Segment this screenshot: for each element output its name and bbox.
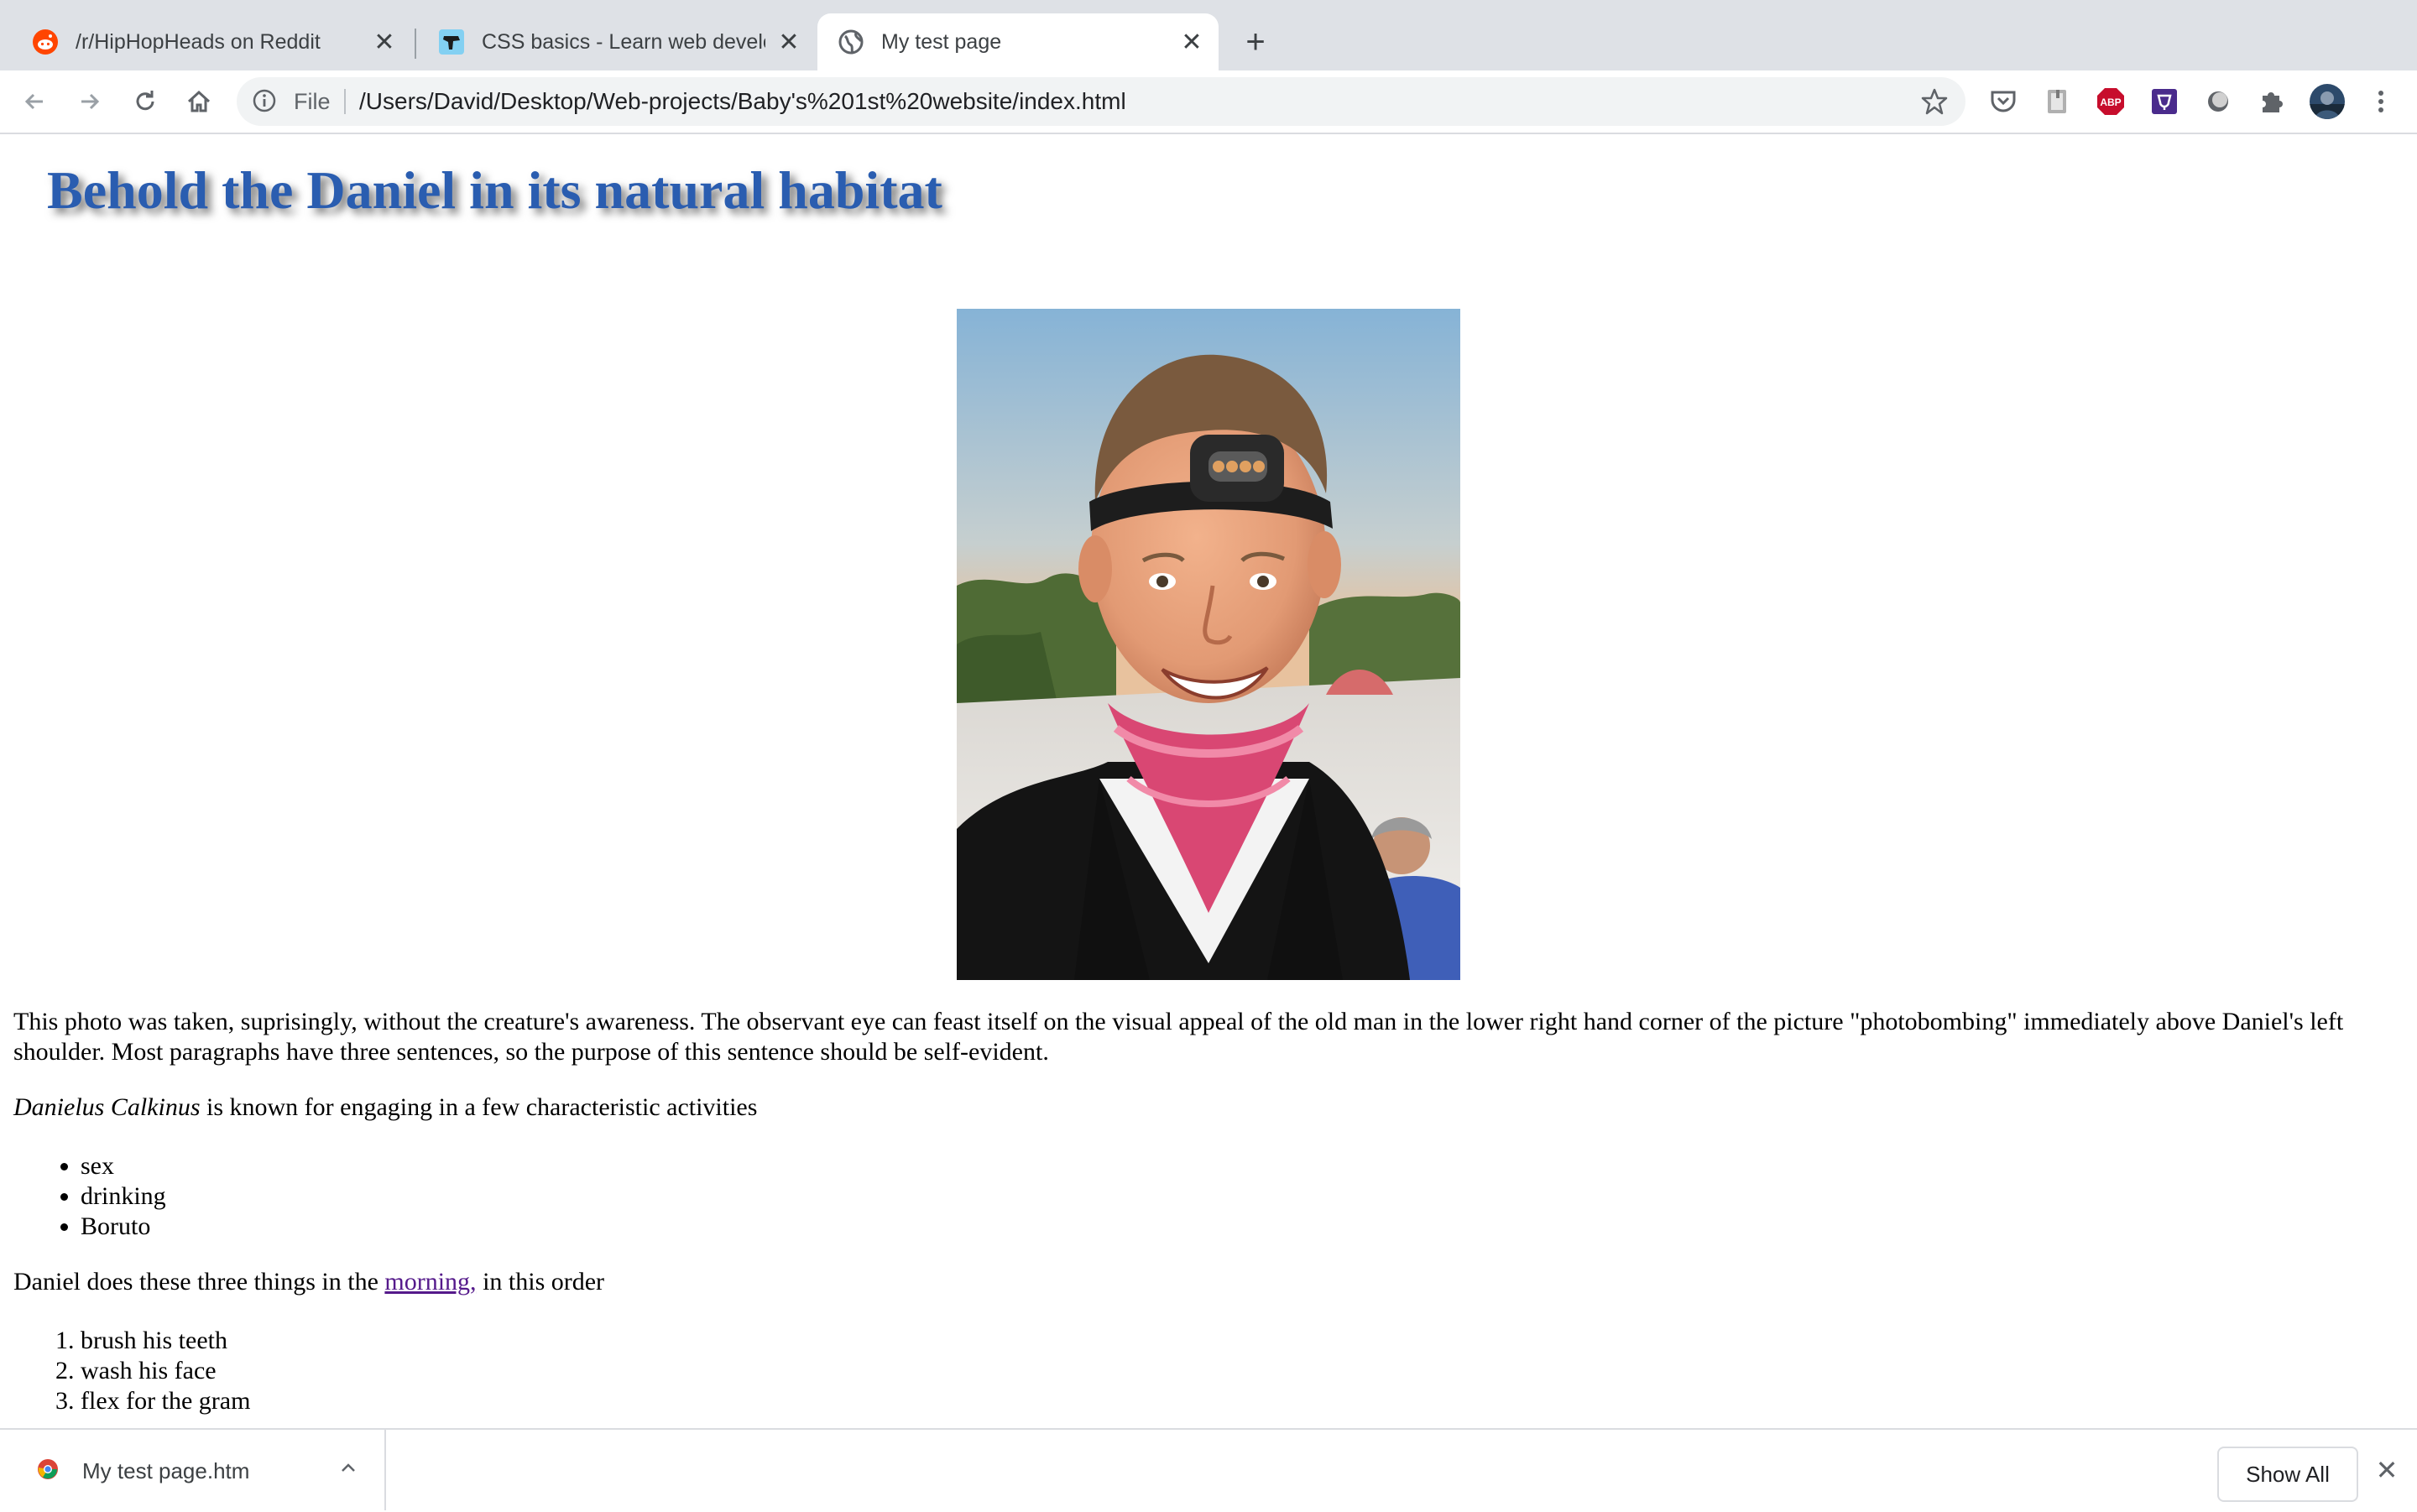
forward-button[interactable] — [70, 82, 109, 121]
morning-paragraph: Daniel does these three things in the mo… — [13, 1267, 2405, 1297]
tab-css-basics[interactable]: CSS basics - Learn web develo ✕ — [418, 13, 816, 70]
back-icon — [24, 93, 43, 110]
chevron-up-icon[interactable] — [334, 1453, 363, 1482]
list-item: Boruto — [81, 1212, 166, 1242]
list-item: sex — [81, 1151, 166, 1181]
close-tab-icon[interactable]: ✕ — [774, 27, 804, 57]
bookmark-star-icon[interactable] — [1920, 87, 1949, 120]
purple-extension-icon[interactable] — [2150, 87, 2179, 116]
tab-my-test-page[interactable]: My test page ✕ — [817, 13, 1219, 70]
extensions-puzzle-icon[interactable] — [2258, 87, 2286, 116]
show-all-button[interactable]: Show All — [2217, 1447, 2358, 1502]
browser-toolbar: File /Users/David/Desktop/Web-projects/B… — [0, 70, 2417, 134]
clipboard-extension-icon[interactable] — [2043, 87, 2071, 116]
tab-title: My test page — [881, 29, 1002, 54]
reload-icon — [136, 91, 154, 111]
morning-link[interactable]: morning, — [384, 1268, 476, 1296]
tab-strip: /r/HipHopHeads on Reddit ✕ CSS basics - … — [0, 0, 2417, 70]
list-item: flex for the gram — [81, 1386, 250, 1416]
download-shelf: My test page.htm Show All ✕ — [0, 1428, 2417, 1512]
routine-list: brush his teeth wash his face flex for t… — [13, 1326, 250, 1416]
activities-list: sex drinking Boruto — [13, 1151, 166, 1242]
home-button[interactable] — [180, 82, 218, 121]
species-text: is known for engaging in a few character… — [200, 1093, 758, 1121]
intro-paragraph: This photo was taken, suprisingly, witho… — [13, 1008, 2344, 1066]
species-paragraph: Danielus Calkinus is known for engaging … — [13, 1092, 2405, 1123]
omnibox-divider — [344, 89, 346, 114]
back-button[interactable] — [15, 82, 54, 121]
tab-title: CSS basics - Learn web develo — [482, 29, 765, 54]
tab-separator — [415, 29, 416, 59]
page-heading: Behold the Daniel in its natural habitat — [47, 160, 942, 220]
scheme-label: File — [294, 89, 331, 114]
morning-text-after: in this order — [476, 1268, 605, 1296]
tab-title: /r/HipHopHeads on Reddit — [76, 29, 321, 54]
reddit-icon — [32, 29, 59, 55]
download-file-name: My test page.htm — [82, 1458, 250, 1483]
profile-avatar[interactable] — [2310, 84, 2345, 119]
svg-text:ABP: ABP — [2100, 96, 2121, 108]
list-item: brush his teeth — [81, 1326, 250, 1356]
download-item[interactable]: My test page.htm — [0, 1430, 386, 1510]
tab-reddit[interactable]: /r/HipHopHeads on Reddit ✕ — [12, 13, 411, 70]
new-tab-button[interactable]: + — [1235, 22, 1276, 62]
list-item: wash his face — [81, 1356, 250, 1386]
close-tab-icon[interactable]: ✕ — [1177, 27, 1207, 57]
pocket-icon[interactable] — [1989, 87, 2018, 116]
home-icon — [187, 90, 211, 112]
more-menu-icon[interactable] — [2367, 87, 2395, 116]
mdn-dino-icon — [438, 29, 465, 55]
close-shelf-icon[interactable]: ✕ — [2372, 1455, 2402, 1485]
page-content: Behold the Daniel in its natural habitat — [0, 134, 2417, 1428]
info-icon[interactable] — [252, 88, 277, 117]
daniel-photo — [957, 309, 1460, 980]
circle-extension-icon[interactable] — [2204, 87, 2232, 116]
url-text[interactable]: /Users/David/Desktop/Web-projects/Baby's… — [359, 88, 1126, 115]
globe-icon — [838, 29, 864, 55]
forward-icon — [81, 93, 100, 110]
reload-button[interactable] — [126, 82, 164, 121]
adblock-plus-icon[interactable]: ABP — [2096, 87, 2125, 116]
list-item: drinking — [81, 1181, 166, 1212]
close-tab-icon[interactable]: ✕ — [369, 27, 399, 57]
chrome-file-icon — [37, 1458, 59, 1484]
species-name: Danielus Calkinus — [13, 1093, 201, 1121]
morning-text-before: Daniel does these three things in the — [13, 1268, 385, 1296]
address-bar[interactable]: File /Users/David/Desktop/Web-projects/B… — [237, 77, 1965, 126]
